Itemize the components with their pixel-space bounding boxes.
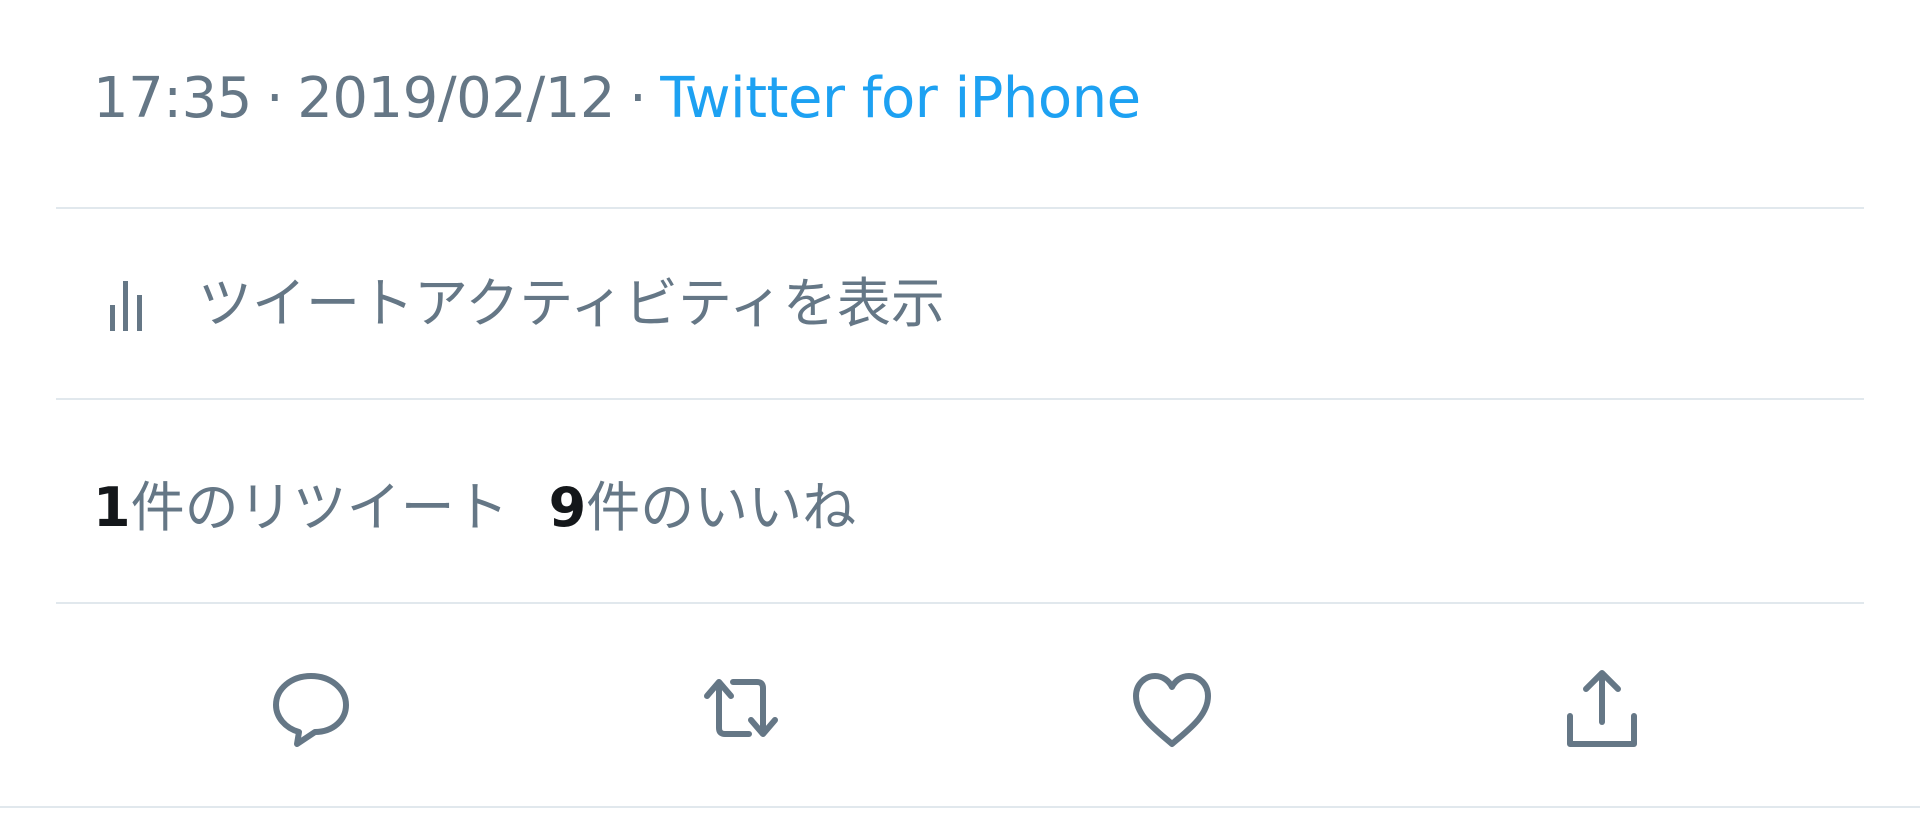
divider xyxy=(0,806,1920,808)
tweet-meta: 17:35 · 2019/02/12 · Twitter for iPhone xyxy=(93,58,1141,138)
meta-separator: · xyxy=(265,65,284,131)
tweet-stats: 1件のリツイート 9件のいいね xyxy=(93,462,856,542)
like-count-link[interactable]: 9件のいいね xyxy=(549,463,857,542)
tweet-activity-label: ツイートアクティビティを表示 xyxy=(198,271,945,335)
tweet-activity-button[interactable]: ツイートアクティビティを表示 xyxy=(96,258,945,338)
tweet-source-link[interactable]: Twitter for iPhone xyxy=(660,66,1141,131)
retweet-count-label: 件のリツイート xyxy=(130,475,509,539)
share-icon xyxy=(1556,662,1648,758)
divider xyxy=(56,398,1864,400)
tweet-date: 2019/02/12 xyxy=(297,65,615,131)
tweet-time: 17:35 xyxy=(93,65,252,131)
like-count: 9 xyxy=(548,475,587,539)
share-button[interactable] xyxy=(1552,660,1652,760)
retweet-count: 1 xyxy=(93,475,131,539)
reply-icon xyxy=(265,662,357,758)
reply-button[interactable] xyxy=(261,660,361,760)
retweet-icon xyxy=(695,662,787,758)
like-button[interactable] xyxy=(1122,660,1222,760)
divider xyxy=(56,207,1864,209)
meta-separator: · xyxy=(628,65,647,131)
retweet-button[interactable] xyxy=(691,660,791,760)
divider xyxy=(56,602,1864,604)
bar-chart-icon xyxy=(96,263,156,333)
retweet-count-link[interactable]: 1件のリツイート xyxy=(93,463,509,542)
tweet-actions-bar xyxy=(0,660,1920,760)
like-count-label: 件のいいね xyxy=(586,475,857,539)
heart-icon xyxy=(1126,662,1218,758)
